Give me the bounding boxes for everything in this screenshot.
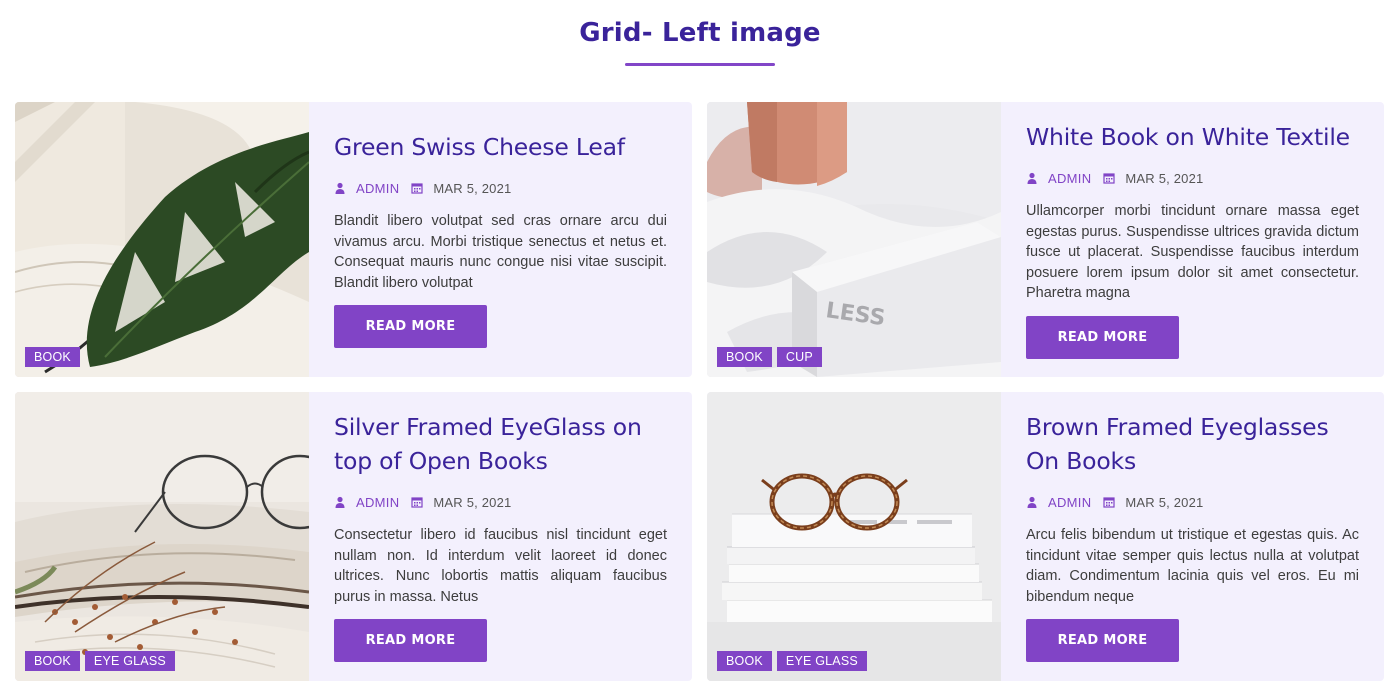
post-image[interactable]: BOOK [15,102,309,377]
tag[interactable]: EYE GLASS [776,651,867,671]
post-content: Green Swiss Cheese Leaf ADMIN MAR 5, 202… [334,130,667,348]
user-icon [335,496,345,508]
post-title[interactable]: Brown Framed Eyeglasses On Books [1026,410,1359,478]
post-excerpt: Consectetur libero id faucibus nisl tinc… [334,527,667,605]
calendar-icon [1103,497,1115,508]
read-more-button[interactable]: READ MORE [1026,619,1179,662]
author-link[interactable]: ADMIN [1048,495,1091,510]
calendar-icon [1103,173,1115,184]
post-meta: ADMIN MAR 5, 2021 [1026,493,1359,511]
calendar-icon [411,183,423,194]
tag-list: BOOK [25,347,80,367]
post-title[interactable]: White Book on White Textile [1026,120,1359,154]
tag[interactable]: BOOK [25,347,80,367]
post-content: Brown Framed Eyeglasses On Books ADMIN M… [1026,410,1359,662]
post-excerpt: Ullamcorper morbi tincidunt ornare massa… [1026,203,1359,301]
title-underline [625,63,775,66]
post-meta: ADMIN MAR 5, 2021 [334,493,667,511]
post-image[interactable]: LESS BOOK CUP [707,102,1001,377]
user-icon [1027,172,1037,184]
tag-list: BOOK EYE GLASS [25,651,175,671]
author-link[interactable]: ADMIN [356,495,399,510]
tag[interactable]: BOOK [717,651,772,671]
post-date: MAR 5, 2021 [433,180,512,196]
author-link[interactable]: ADMIN [1048,171,1091,186]
read-more-button[interactable]: READ MORE [334,619,487,662]
post-meta: ADMIN MAR 5, 2021 [1026,169,1359,187]
post-date: MAR 5, 2021 [1125,170,1204,186]
section-title: Grid- Left image [579,18,821,48]
post-card: BOOK Green Swiss Cheese Leaf ADMIN MAR 5… [15,102,692,377]
post-title[interactable]: Green Swiss Cheese Leaf [334,130,667,164]
calendar-icon [411,497,423,508]
post-image[interactable]: BOOK EYE GLASS [707,392,1001,681]
read-more-button[interactable]: READ MORE [334,305,487,348]
post-card: BOOK EYE GLASS Brown Framed Eyeglasses O… [707,392,1384,681]
post-image[interactable]: BOOK EYE GLASS [15,392,309,681]
white-book-image: LESS [707,102,1001,377]
silver-eyeglasses-image [15,392,309,681]
post-title[interactable]: Silver Framed EyeGlass on top of Open Bo… [334,410,667,478]
post-meta: ADMIN MAR 5, 2021 [334,179,667,197]
user-icon [1027,496,1037,508]
post-content: Silver Framed EyeGlass on top of Open Bo… [334,410,667,662]
user-icon [335,182,345,194]
brown-eyeglasses-image [707,392,1001,681]
tag[interactable]: BOOK [717,347,772,367]
post-date: MAR 5, 2021 [1125,494,1204,510]
post-card: LESS BOOK CUP White Book on White Textil… [707,102,1384,377]
monstera-leaf-image [15,102,309,377]
tag-list: BOOK EYE GLASS [717,651,867,671]
tag-list: BOOK CUP [717,347,822,367]
tag[interactable]: CUP [776,347,822,367]
tag[interactable]: EYE GLASS [84,651,175,671]
author-link[interactable]: ADMIN [356,181,399,196]
read-more-button[interactable]: READ MORE [1026,315,1179,359]
post-excerpt: Arcu felis bibendum ut tristique et eges… [1026,527,1359,605]
post-excerpt: Blandit libero volutpat sed cras ornare … [334,213,667,291]
post-date: MAR 5, 2021 [433,494,512,510]
tag[interactable]: BOOK [25,651,80,671]
post-content: White Book on White Textile ADMIN MAR 5,… [1026,120,1359,359]
post-card: BOOK EYE GLASS Silver Framed EyeGlass on… [15,392,692,681]
